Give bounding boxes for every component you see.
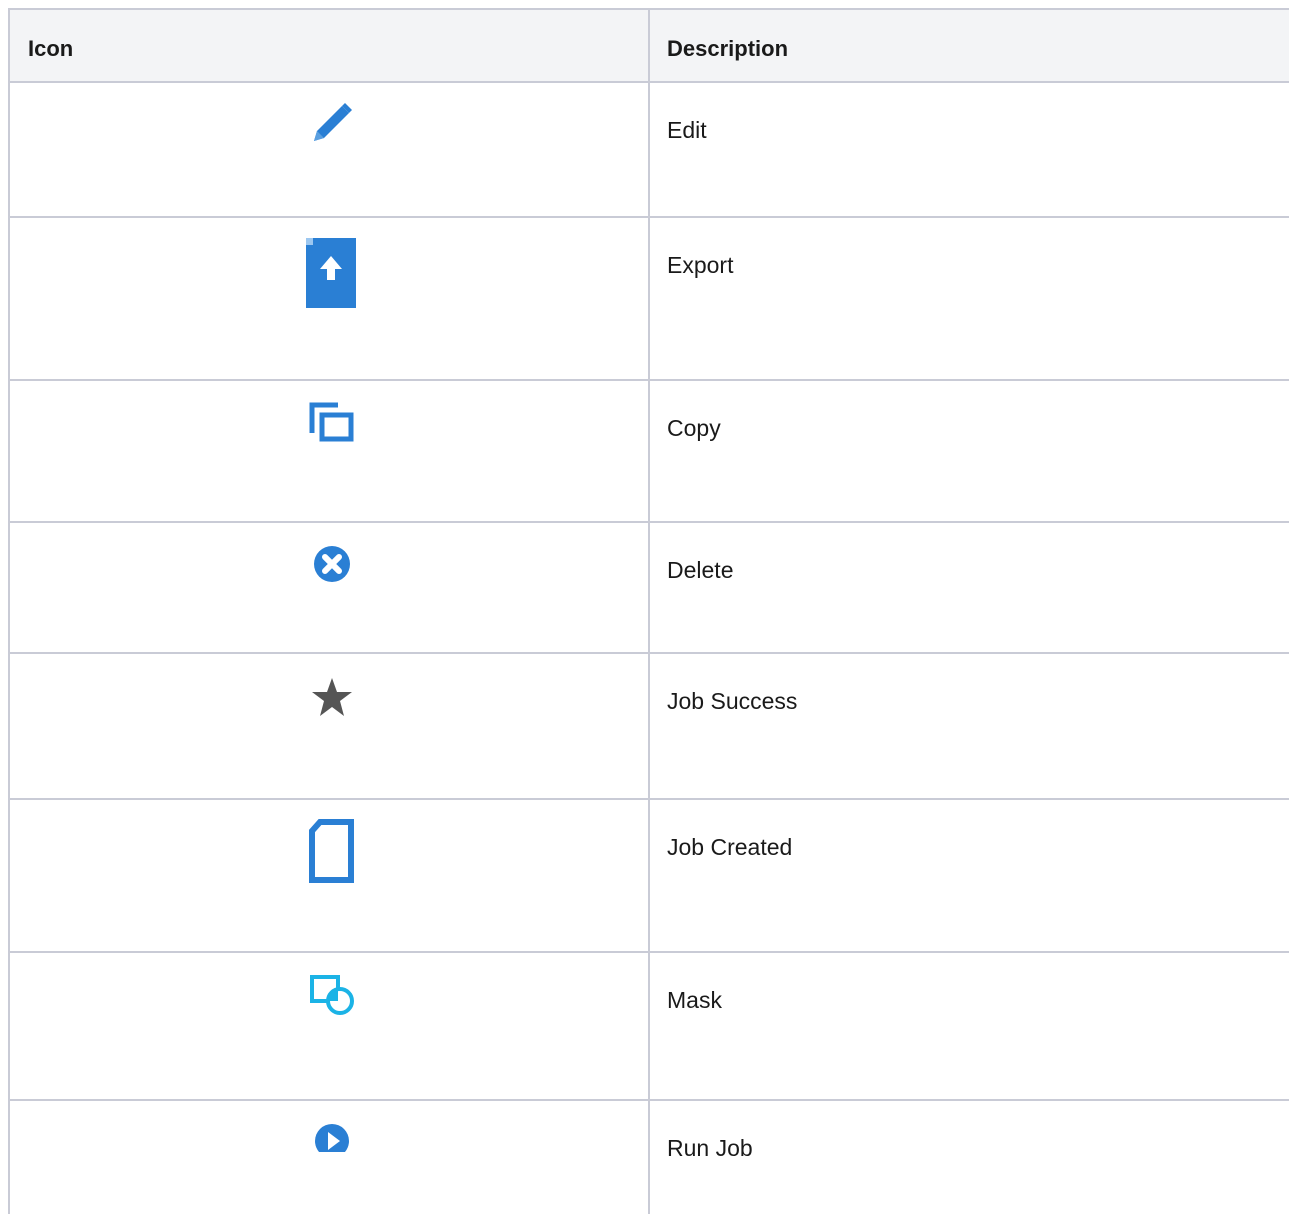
table-row: Job Success — [8, 652, 1289, 800]
icon-reference-table: Icon Description Edit Export Copy Delete… — [8, 8, 1289, 1214]
icon-column-header: Icon — [8, 8, 650, 83]
copy-icon — [302, 393, 358, 449]
table-row: Export — [8, 216, 1289, 381]
description-text: Job Created — [667, 834, 793, 860]
icon-cell — [8, 652, 650, 800]
pencil-icon — [302, 95, 358, 151]
table-row: Mask — [8, 951, 1289, 1101]
export-icon — [302, 230, 358, 308]
description-cell: Job Created — [648, 798, 1289, 953]
description-cell: Edit — [648, 81, 1289, 218]
table-row: Edit — [8, 81, 1289, 218]
description-text: Edit — [667, 117, 707, 143]
delete-icon — [302, 535, 358, 591]
description-cell: Mask — [648, 951, 1289, 1101]
description-cell: Delete — [648, 521, 1289, 654]
icon-cell — [8, 951, 650, 1101]
description-text: Delete — [667, 557, 734, 583]
description-cell: Export — [648, 216, 1289, 381]
description-text: Run Job — [667, 1135, 753, 1161]
description-text: Copy — [667, 415, 721, 441]
play-icon — [302, 1113, 358, 1169]
icon-column-header-label: Icon — [28, 36, 74, 61]
description-text: Export — [667, 252, 734, 278]
description-text: Mask — [667, 987, 722, 1013]
table-row: Run Job — [8, 1099, 1289, 1214]
table-row: Delete — [8, 521, 1289, 654]
table-row: Copy — [8, 379, 1289, 523]
table-row: Job Created — [8, 798, 1289, 953]
icon-cell — [8, 81, 650, 218]
description-column-header-label: Description — [667, 36, 789, 61]
description-cell: Job Success — [648, 652, 1289, 800]
icon-cell — [8, 1099, 650, 1214]
document-icon — [302, 812, 358, 883]
table-header-row: Icon Description — [8, 8, 1289, 83]
icon-cell — [8, 379, 650, 523]
icon-cell — [8, 798, 650, 953]
description-cell: Run Job — [648, 1099, 1289, 1214]
description-cell: Copy — [648, 379, 1289, 523]
icon-cell — [8, 216, 650, 381]
description-text: Job Success — [667, 688, 798, 714]
icon-reference-table-container: Icon Description Edit Export Copy Delete… — [8, 8, 1289, 1214]
icon-cell — [8, 521, 650, 654]
mask-icon — [302, 965, 358, 1021]
star-icon — [302, 666, 358, 722]
description-column-header: Description — [648, 8, 1289, 83]
